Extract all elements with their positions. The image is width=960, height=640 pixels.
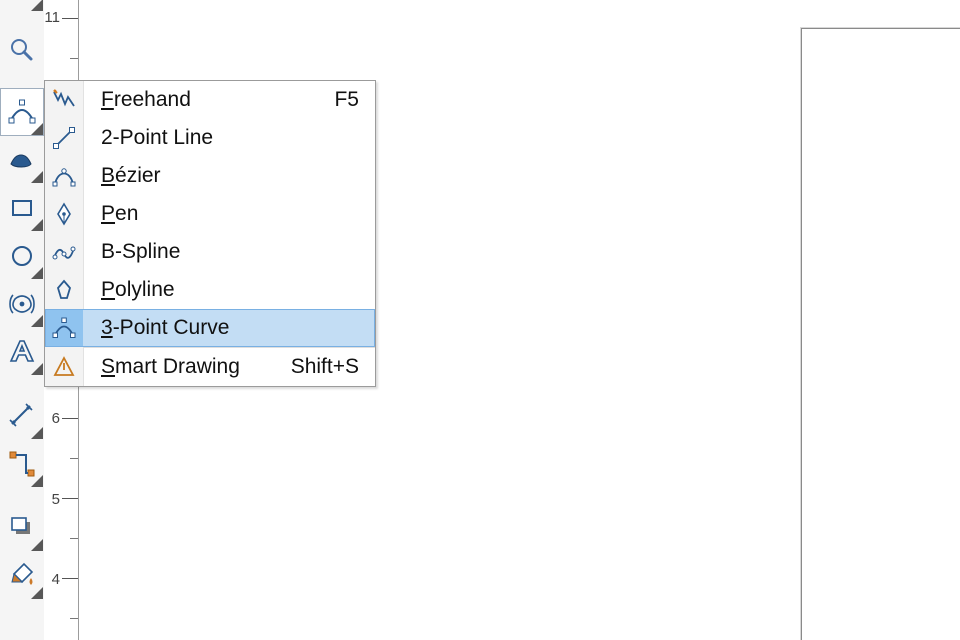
menu-item-bspline[interactable]: B-Spline (45, 233, 375, 271)
flyout-indicator-icon (31, 219, 43, 231)
polyline-icon (52, 278, 76, 302)
pen-icon (52, 202, 76, 226)
bspline-icon (52, 240, 76, 264)
ruler-label: 11 (44, 9, 60, 26)
flyout-indicator-icon (31, 171, 43, 183)
bezier-icon (52, 164, 76, 188)
menu-item-label: Bézier (83, 164, 359, 188)
menu-item-label: B-Spline (83, 240, 359, 264)
twopoint-line-icon (52, 126, 76, 150)
ruler-label: 5 (52, 491, 60, 508)
menu-item-3pointcurve[interactable]: 3-Point Curve (45, 309, 375, 347)
zoom-tool[interactable] (0, 28, 44, 72)
flyout-indicator-icon (31, 363, 43, 375)
menu-item-shortcut: F5 (334, 88, 375, 112)
menu-item-polyline[interactable]: Polyline (45, 271, 375, 309)
toolbox-spacer (0, 72, 44, 88)
menu-item-2pointline[interactable]: 2-Point Line (45, 119, 375, 157)
menu-item-label: 2-Point Line (83, 126, 359, 150)
dropshadow-tool[interactable] (0, 504, 44, 552)
menu-item-label: 3-Point Curve (83, 316, 359, 340)
menu-item-bezier[interactable]: Bézier (45, 157, 375, 195)
ellipse-icon (9, 243, 35, 269)
page-boundary (801, 28, 960, 640)
dimension-tool[interactable] (0, 392, 44, 440)
menu-item-label: Smart Drawing (83, 355, 291, 379)
flyout-indicator-icon (31, 123, 43, 135)
menu-item-pen[interactable]: Pen (45, 195, 375, 233)
threepoint-curve-icon (8, 98, 36, 126)
flyout-indicator-icon (31, 315, 43, 327)
artistic-media-tool[interactable] (0, 136, 44, 184)
freehand-icon (52, 88, 76, 112)
magnifier-icon (8, 36, 36, 64)
dropshadow-icon (8, 514, 36, 542)
menu-item-label: Polyline (83, 278, 359, 302)
menu-item-smartdrawing[interactable]: Smart Drawing Shift+S (45, 348, 375, 386)
complex-shape-icon (7, 291, 37, 317)
interactive-fill-tool[interactable] (0, 552, 44, 600)
curve-tools-group[interactable] (0, 88, 44, 136)
toolbox-spacer (0, 12, 44, 28)
curve-tools-flyout: Freehand F5 2-Point Line Bézier (44, 80, 376, 387)
flyout-indicator-icon (31, 0, 43, 11)
connector-tool[interactable] (0, 440, 44, 488)
rectangle-icon (9, 195, 35, 221)
menu-item-label: Pen (83, 202, 359, 226)
connector-icon (8, 450, 36, 478)
toolbox (0, 0, 45, 640)
artistic-media-icon (8, 146, 36, 174)
menu-item-shortcut: Shift+S (291, 355, 375, 379)
menu-item-label: Freehand (83, 88, 334, 112)
flyout-indicator-icon (31, 587, 43, 599)
paint-bucket-icon (8, 562, 36, 590)
flyout-indicator-icon (31, 267, 43, 279)
flyout-indicator-icon (31, 539, 43, 551)
tool-partial-top[interactable] (0, 0, 44, 12)
toolbox-spacer (0, 376, 44, 392)
toolbox-spacer (0, 488, 44, 504)
object-tool[interactable] (0, 280, 44, 328)
menu-item-freehand[interactable]: Freehand F5 (45, 81, 375, 119)
text-tool[interactable] (0, 328, 44, 376)
ruler-label: 6 (52, 410, 60, 427)
flyout-indicator-icon (31, 427, 43, 439)
smart-drawing-icon (52, 355, 76, 379)
dimension-icon (8, 402, 36, 430)
flyout-indicator-icon (31, 475, 43, 487)
ruler-label: 4 (52, 571, 60, 588)
threepoint-curve-icon (52, 316, 76, 340)
rectangle-tool[interactable] (0, 184, 44, 232)
ellipse-tool[interactable] (0, 232, 44, 280)
